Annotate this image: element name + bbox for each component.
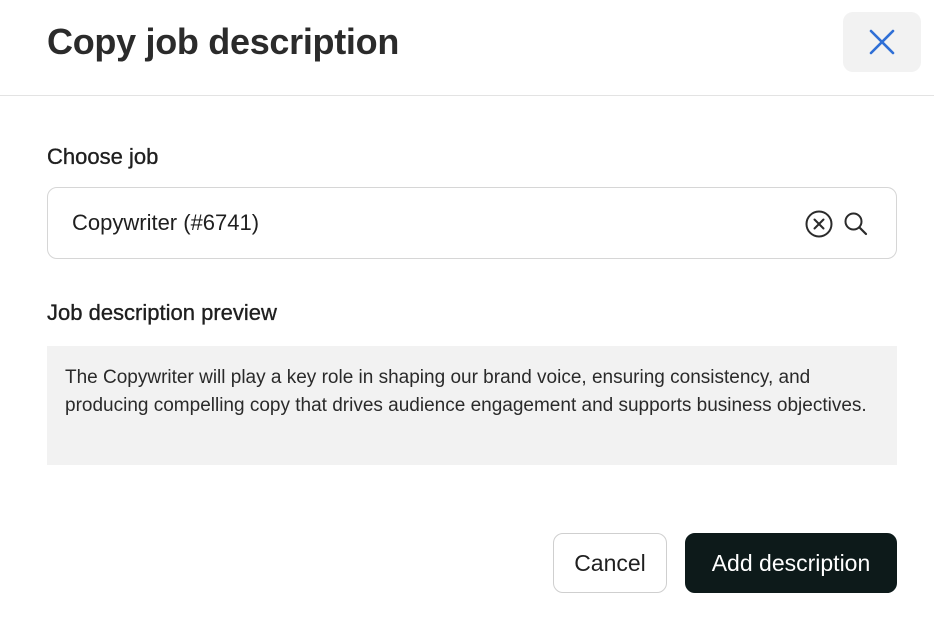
copy-job-description-dialog: Copy job description Choose job Copywrit… (0, 0, 934, 634)
dialog-title: Copy job description (47, 21, 400, 62)
choose-job-label: Choose job (47, 144, 159, 169)
close-icon (869, 29, 895, 55)
job-search-input[interactable] (72, 188, 772, 258)
cancel-button[interactable]: Cancel (553, 533, 667, 593)
job-search-field (47, 187, 897, 259)
job-description-preview-label: Job description preview (47, 300, 277, 325)
add-description-button[interactable]: Add description (685, 533, 897, 593)
close-button[interactable] (843, 12, 921, 72)
clear-circle-icon[interactable] (804, 209, 834, 239)
job-description-preview: The Copywriter will play a key role in s… (47, 346, 897, 465)
search-icon[interactable] (842, 210, 870, 238)
dialog-header: Copy job description (0, 0, 934, 96)
